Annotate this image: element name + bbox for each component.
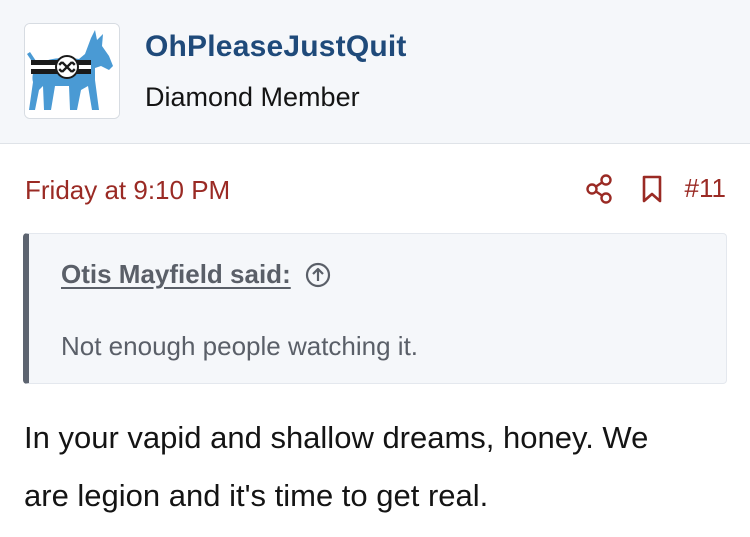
- post-date-link[interactable]: Friday at 9:10 PM: [25, 175, 230, 206]
- user-title: Diamond Member: [145, 82, 360, 112]
- quote-author-link[interactable]: Otis Mayfield said:: [61, 259, 291, 290]
- post-body-line: In your vapid and shallow dreams, honey.…: [24, 420, 649, 455]
- post-number-link[interactable]: #11: [685, 173, 726, 204]
- arrow-up-circle-icon[interactable]: [305, 262, 331, 288]
- user-header: OhPleaseJustQuit Diamond Member: [0, 0, 750, 144]
- username-link[interactable]: OhPleaseJustQuit: [145, 30, 407, 64]
- avatar[interactable]: [24, 23, 120, 119]
- bookmark-icon[interactable]: [641, 175, 663, 203]
- post-body: In your vapid and shallow dreams, honey.…: [24, 409, 724, 525]
- share-icon[interactable]: [585, 173, 613, 204]
- quote-text: Not enough people watching it.: [61, 331, 419, 361]
- donkey-flag-avatar-icon: [25, 24, 119, 118]
- quote-block: Otis Mayfield said: Not enough people wa…: [23, 233, 727, 384]
- post-meta: Friday at 9:10 PM #11: [0, 170, 750, 214]
- post-actions: #11: [585, 173, 726, 204]
- post-body-line: are legion and it's time to get real.: [24, 478, 489, 513]
- quote-header: Otis Mayfield said:: [61, 259, 331, 290]
